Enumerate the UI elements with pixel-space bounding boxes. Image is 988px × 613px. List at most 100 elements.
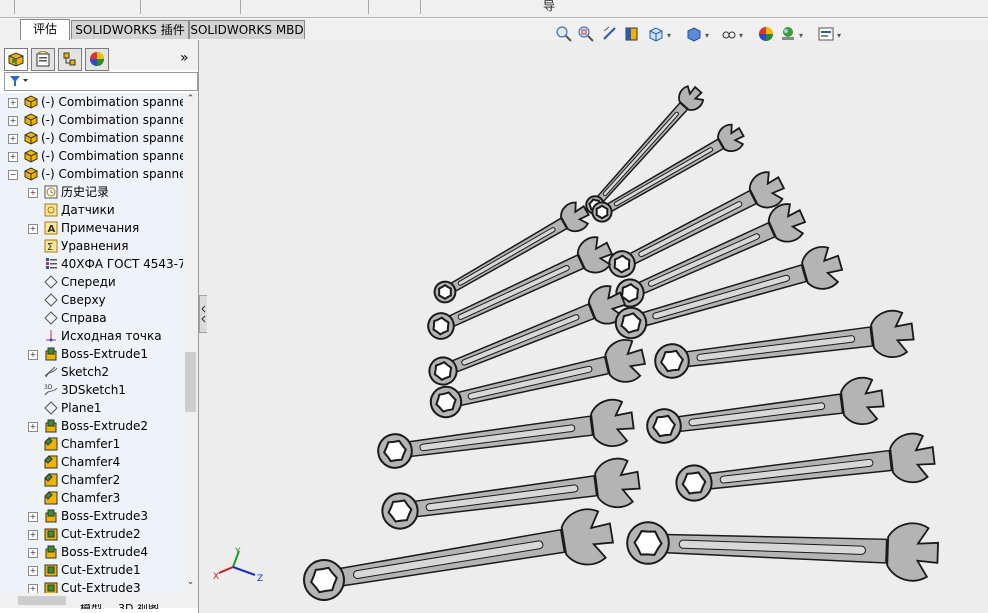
tab-solidworks-addins[interactable]: SOLIDWORKS 插件 [71, 20, 189, 39]
scroll-up-arrow-icon[interactable]: ⌃ [185, 94, 196, 105]
tree-item[interactable]: + Cut-Extrude1 [0, 561, 183, 579]
graphics-viewport[interactable]: ▾ ▾ ▾ ▾ ▾ X Y Z [207, 26, 988, 613]
dropdown-arrow-icon[interactable]: ▾ [837, 31, 841, 40]
tab-evaluate[interactable]: 评估 [20, 19, 70, 41]
tree-item[interactable]: − (-) Combimation spanne [0, 165, 183, 183]
dropdown-arrow-icon[interactable]: ▾ [739, 31, 743, 40]
reference-triad: X Y Z [213, 547, 263, 584]
part-icon [23, 130, 39, 146]
tree-item[interactable]: + (-) Combimation spanne [0, 111, 183, 129]
combination-spanner[interactable] [626, 514, 939, 582]
tree-item[interactable]: + Boss-Extrude1 [0, 345, 183, 363]
tree-expander-icon[interactable]: + [28, 584, 38, 593]
tree-expander-icon[interactable]: + [8, 152, 18, 162]
combination-spanner[interactable] [644, 375, 885, 451]
tree-item-label: Датчики [61, 203, 115, 217]
expand-panel-button[interactable]: » [180, 50, 189, 66]
tree-item[interactable]: + (-) Combimation spanne [0, 129, 183, 147]
tree-expander-icon[interactable]: + [28, 530, 38, 540]
tree-expander-icon[interactable]: + [28, 422, 38, 432]
tree-item-label: Boss-Extrude4 [61, 545, 148, 559]
history-icon [43, 184, 59, 200]
tree-item-label: Cut-Extrude1 [61, 563, 141, 577]
tree-item[interactable]: Chamfer2 [0, 471, 183, 489]
tree-expander-icon[interactable]: − [8, 170, 18, 180]
tree-item-label: 3DSketch1 [61, 383, 126, 397]
tree-item[interactable]: Σ Уравнения [0, 237, 183, 255]
tree-item[interactable]: + Boss-Extrude3 [0, 507, 183, 525]
wrench-assembly-scene[interactable] [207, 40, 988, 613]
tab-model[interactable]: 模型 [80, 604, 102, 609]
display-manager-icon[interactable] [85, 48, 109, 71]
tree-item[interactable]: Chamfer1 [0, 435, 183, 453]
sketch-icon [43, 364, 59, 380]
origin-icon [43, 328, 59, 344]
tree-expander-icon[interactable]: + [8, 134, 18, 144]
triad-x-label: X [213, 572, 219, 582]
tree-expander-icon[interactable]: + [28, 566, 38, 576]
chamfer-icon [43, 454, 59, 470]
tree-item[interactable]: Справа [0, 309, 183, 327]
combination-spanner[interactable] [375, 397, 635, 476]
tree-item[interactable]: + (-) Combimation spanne [0, 147, 183, 165]
scroll-down-arrow-icon[interactable]: ⌄ [185, 577, 196, 588]
tree-item[interactable]: + Cut-Extrude2 [0, 525, 183, 543]
tree-item[interactable]: + Cut-Extrude3 [0, 579, 183, 593]
tree-expander-icon[interactable]: + [28, 224, 38, 234]
dropdown-arrow-icon[interactable]: ▾ [799, 31, 803, 40]
tree-item[interactable]: Plane1 [0, 399, 183, 417]
tree-item-label: Chamfer2 [61, 473, 121, 487]
tree-item-label: Справа [61, 311, 107, 325]
tree-vertical-scrollbar[interactable]: ⌃ ⌄ [183, 93, 198, 593]
tree-item[interactable]: + Boss-Extrude2 [0, 417, 183, 435]
chamfer-icon [43, 436, 59, 452]
svg-text:Σ: Σ [47, 242, 53, 253]
tree-item[interactable]: + (-) Combimation spanne [0, 93, 183, 111]
tree-item-label: (-) Combimation spanne [41, 167, 183, 181]
material-icon [43, 256, 59, 272]
tree-item[interactable]: Датчики [0, 201, 183, 219]
tree-expander-icon[interactable]: + [28, 512, 38, 522]
combination-spanner[interactable] [580, 82, 707, 220]
chamfer-icon [43, 472, 59, 488]
plane-icon [43, 274, 59, 290]
tree-item[interactable]: 40ХФА ГОСТ 4543-7 [0, 255, 183, 273]
tree-item[interactable]: + Boss-Extrude4 [0, 543, 183, 561]
combination-spanner[interactable] [300, 506, 616, 611]
tree-item[interactable]: Chamfer4 [0, 453, 183, 471]
tab-3d-view[interactable]: 3D 视图 [118, 604, 159, 609]
boss-extrude-icon [43, 346, 59, 362]
bottom-tabs: 模型 3D 视图 [0, 604, 198, 613]
tree-expander-icon[interactable]: + [28, 350, 38, 360]
tree-item-label: Сверху [61, 293, 106, 307]
tree-item[interactable]: + A Примечания [0, 219, 183, 237]
tree-item-label: (-) Combimation spanne [41, 131, 183, 145]
tree-expander-icon[interactable]: + [28, 548, 38, 558]
dropdown-arrow-icon[interactable]: ▾ [705, 31, 709, 40]
combination-spanner[interactable] [653, 308, 916, 386]
boss-extrude-icon [43, 544, 59, 560]
feature-manager-icon[interactable] [4, 48, 28, 71]
guide-label[interactable]: 导 [543, 0, 555, 14]
part-icon [23, 148, 39, 164]
tree-item[interactable]: 3D 3DSketch1 [0, 381, 183, 399]
scroll-thumb-horizontal[interactable] [18, 596, 66, 605]
tree-item[interactable]: + 历史记录 [0, 183, 183, 201]
feature-filter-bar[interactable] [4, 72, 198, 91]
tree-item[interactable]: Chamfer3 [0, 489, 183, 507]
configuration-manager-icon[interactable] [58, 48, 82, 71]
property-manager-icon[interactable] [31, 48, 55, 71]
tree-expander-icon[interactable]: + [28, 188, 38, 198]
tree-item[interactable]: Sketch2 [0, 363, 183, 381]
tree-expander-icon[interactable]: + [8, 116, 18, 126]
filter-icon[interactable] [9, 75, 29, 87]
tree-item[interactable]: Спереди [0, 273, 183, 291]
dropdown-arrow-icon[interactable]: ▾ [667, 31, 671, 40]
tree-item-label: (-) Combimation spanne [41, 113, 183, 127]
tree-item[interactable]: Сверху [0, 291, 183, 309]
tree-expander-icon[interactable]: + [8, 98, 18, 108]
combination-spanner[interactable] [674, 431, 937, 509]
tab-solidworks-mbd[interactable]: SOLIDWORKS MBD [189, 20, 305, 39]
tree-item[interactable]: Исходная точка [0, 327, 183, 345]
scroll-thumb[interactable] [185, 352, 196, 412]
